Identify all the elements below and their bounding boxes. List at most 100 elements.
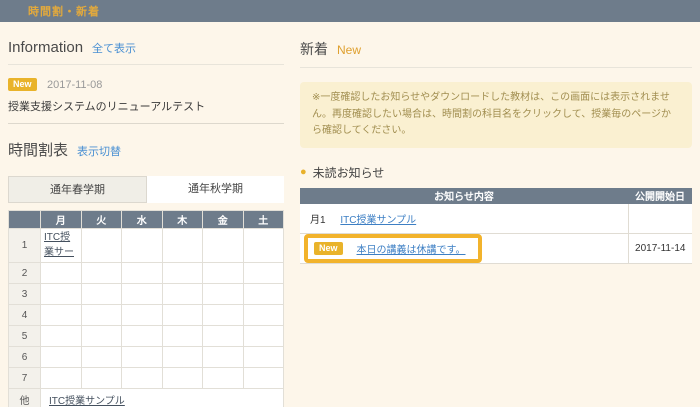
column-header-content: お知らせ内容 [300, 188, 628, 204]
day-header-thu: 木 [162, 211, 203, 229]
timetable-row-other: 他 ITC授業サンプル [9, 389, 284, 407]
timetable-cell [243, 326, 284, 347]
timetable-heading: 時間割表 [8, 139, 68, 160]
period-label: 1 [9, 229, 41, 263]
cancellation-notice-link[interactable]: 本日の講義は休講です。 [357, 241, 466, 256]
timetable-cell [243, 347, 284, 368]
highlight-annotation-box: New 本日の講義は休講です。 [304, 234, 482, 263]
timetable-cell [162, 368, 203, 389]
timetable-cell [162, 263, 203, 284]
view-all-link[interactable]: 全て表示 [92, 40, 136, 56]
notice-cell: New 本日の講義は休講です。 [300, 234, 628, 264]
period-label: 7 [9, 368, 41, 389]
timetable-cell [81, 284, 122, 305]
timetable-cell [162, 229, 203, 263]
day-header-wed: 水 [122, 211, 163, 229]
timetable-header-row: 月 火 水 木 金 土 [9, 211, 284, 229]
timetable-cell [162, 284, 203, 305]
left-column: Information 全て表示 New 2017-11-08 授業支援システム… [8, 39, 284, 407]
timetable-cell [81, 347, 122, 368]
timetable-cell [203, 229, 244, 263]
timetable-row-2: 2 [9, 263, 284, 284]
main-content: Information 全て表示 New 2017-11-08 授業支援システム… [0, 22, 700, 407]
unread-notices-label: ● 未読お知らせ [300, 164, 692, 181]
timetable-cell [203, 368, 244, 389]
timetable-cell [243, 229, 284, 263]
timetable-cell [243, 284, 284, 305]
timetable-cell [122, 347, 163, 368]
notice-cell: 月1 ITC授業サンプル [300, 204, 628, 234]
timetable-cell [122, 368, 163, 389]
timetable-cell [203, 263, 244, 284]
timetable-row-3: 3 [9, 284, 284, 305]
timetable-cell [81, 263, 122, 284]
information-item: New 2017-11-08 授業支援システムのリニューアルテスト [8, 76, 284, 124]
timetable-cell [81, 326, 122, 347]
timetable-cell [122, 305, 163, 326]
course-notice-link[interactable]: ITC授業サンプル [340, 215, 416, 226]
timetable-cell [243, 263, 284, 284]
period-label: 2 [9, 263, 41, 284]
new-section-heading: 新着 [300, 39, 328, 59]
day-header-tue: 火 [81, 211, 122, 229]
timetable-cell [243, 368, 284, 389]
unread-notices-table: お知らせ内容 公開開始日 月1 ITC授業サンプル New 本日の講義は休講です… [300, 188, 692, 265]
timetable-cell [162, 347, 203, 368]
period-label: 3 [9, 284, 41, 305]
timetable-cell [122, 284, 163, 305]
timetable-cell [81, 229, 122, 263]
top-bar: 時間割・新着 [0, 0, 700, 22]
timetable-row-6: 6 [9, 347, 284, 368]
timetable-cell [203, 284, 244, 305]
timetable-grid: 月 火 水 木 金 土 1 ITC授業サー 2 3 [8, 210, 284, 407]
course-link[interactable]: ITC授業サー [44, 232, 74, 258]
day-header-mon: 月 [41, 211, 82, 229]
timetable-cell [243, 305, 284, 326]
timetable-row-1: 1 ITC授業サー [9, 229, 284, 263]
date-cell [628, 204, 692, 234]
new-heading-row: 新着 New [300, 39, 692, 59]
timetable-cell [162, 305, 203, 326]
slot-label: 月1 [310, 215, 326, 226]
timetable-cell [203, 347, 244, 368]
timetable-cell-other: ITC授業サンプル [41, 389, 284, 407]
timetable-cell [41, 368, 82, 389]
right-column: 新着 New ※一度確認したお知らせやダウンロードした教材は、この画面には表示さ… [300, 39, 692, 407]
tab-spring-semester[interactable]: 通年春学期 [8, 176, 147, 203]
unread-header-row: お知らせ内容 公開開始日 [300, 188, 692, 204]
period-label: 5 [9, 326, 41, 347]
tab-fall-semester[interactable]: 通年秋学期 [147, 176, 284, 203]
information-heading: Information [8, 39, 83, 56]
new-section-heading-en: New [337, 43, 361, 57]
timetable-row-5: 5 [9, 326, 284, 347]
separator [300, 67, 692, 68]
timetable-cell [41, 347, 82, 368]
table-row: New 本日の講義は休講です。 2017-11-14 [300, 234, 692, 264]
period-label: 6 [9, 347, 41, 368]
column-header-date: 公開開始日 [628, 188, 692, 204]
timetable-cell [203, 326, 244, 347]
timetable-cell [81, 305, 122, 326]
timetable-cell [162, 326, 203, 347]
course-link[interactable]: ITC授業サンプル [49, 396, 125, 407]
page-title: 時間割・新着 [28, 3, 100, 19]
timetable-cell [122, 263, 163, 284]
timetable-cell [122, 229, 163, 263]
timetable-cell [41, 284, 82, 305]
timetable-cell-mon-1: ITC授業サー [41, 229, 82, 263]
notice-box: ※一度確認したお知らせやダウンロードした教材は、この画面には表示されません。再度… [300, 82, 692, 148]
timetable-cell [122, 326, 163, 347]
new-badge: New [8, 78, 37, 91]
semester-tabs: 通年春学期 通年秋学期 [8, 176, 284, 203]
period-label-other: 他 [9, 389, 41, 407]
timetable-cell [41, 263, 82, 284]
information-date: 2017-11-08 [47, 79, 102, 91]
timetable-row-4: 4 [9, 305, 284, 326]
day-header-sat: 土 [243, 211, 284, 229]
separator [8, 64, 284, 65]
date-cell: 2017-11-14 [628, 234, 692, 264]
toggle-view-link[interactable]: 表示切替 [77, 143, 121, 159]
table-row: 月1 ITC授業サンプル [300, 204, 692, 234]
information-title[interactable]: 授業支援システムのリニューアルテスト [8, 98, 284, 114]
timetable-cell [41, 305, 82, 326]
